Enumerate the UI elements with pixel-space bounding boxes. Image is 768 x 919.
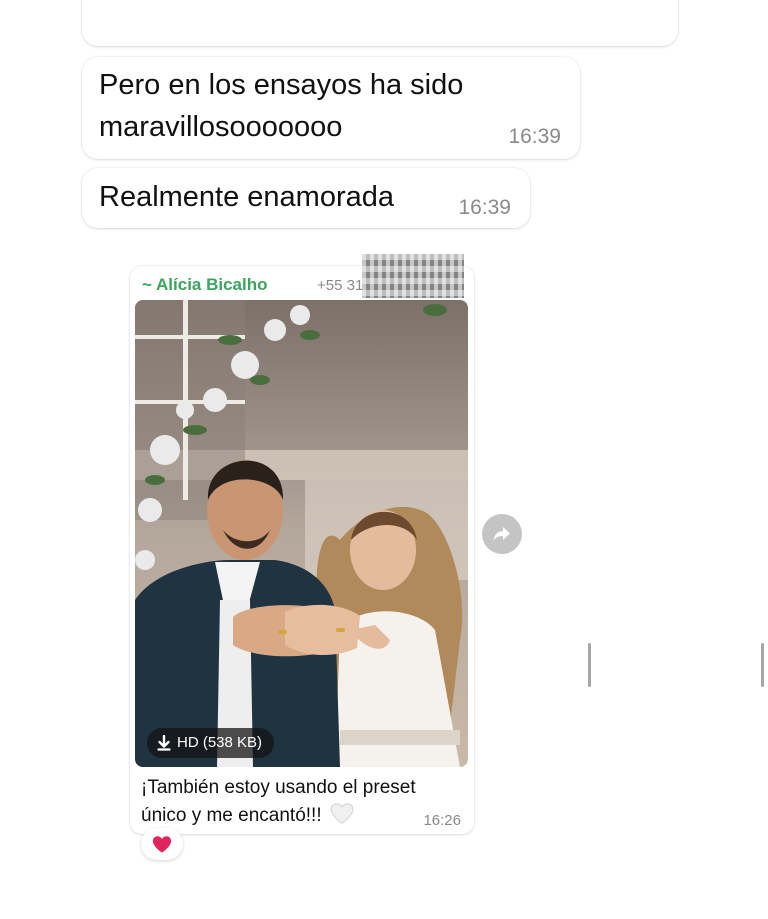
sender-phone: +55 31	[317, 277, 364, 294]
download-hd-button[interactable]: HD (538 KB)	[147, 728, 275, 758]
message-text: Realmente enamorada	[99, 181, 395, 213]
white-heart-icon	[330, 803, 354, 824]
message-text: Pero en los ensayos ha sido maravillosoo…	[99, 69, 464, 143]
scroll-indicator[interactable]	[761, 643, 764, 687]
message-time: 16:39	[458, 196, 511, 219]
message-bubble[interactable]: Realmente enamorada 16:39	[82, 168, 530, 228]
couple-photo	[135, 300, 468, 767]
download-label: HD (538 KB)	[177, 734, 263, 751]
previous-message-bubble[interactable]	[82, 0, 678, 46]
forward-icon	[493, 527, 510, 541]
shared-photo[interactable]: HD (538 KB)	[135, 300, 468, 767]
message-time: 16:39	[508, 125, 561, 148]
forward-button[interactable]	[482, 514, 522, 554]
media-message-bubble[interactable]: ~ Alícia Bicalho +55 31 HD (538 KB) ¡Tam…	[130, 254, 474, 834]
caption-text: ¡También estoy usando el preset único y …	[141, 777, 416, 826]
scroll-indicator[interactable]	[588, 643, 591, 687]
red-heart-icon	[152, 836, 172, 853]
sender-name[interactable]: ~ Alícia Bicalho	[142, 275, 268, 295]
message-bubble[interactable]: Pero en los ensayos ha sido maravillosoo…	[82, 57, 580, 159]
media-caption: ¡También estoy usando el preset único y …	[141, 774, 461, 829]
message-time: 16:26	[423, 812, 461, 829]
reaction-badge[interactable]	[141, 828, 183, 860]
redacted-phone	[362, 254, 464, 298]
download-icon	[157, 735, 171, 751]
